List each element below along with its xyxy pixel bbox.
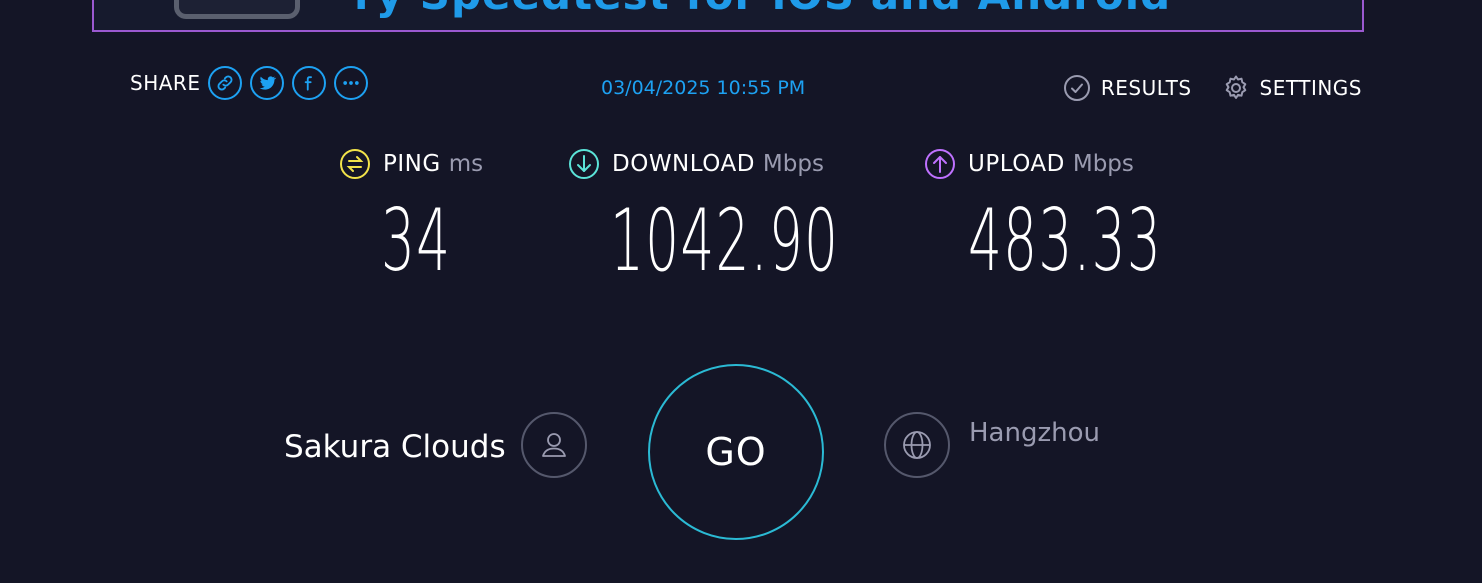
download-icon (569, 149, 599, 179)
download-label: DOWNLOAD (612, 151, 755, 177)
ping-icon (340, 149, 370, 179)
upload-icon (925, 149, 955, 179)
results-button[interactable]: RESULTS (1063, 74, 1192, 102)
share-twitter-button[interactable] (250, 66, 285, 100)
link-icon (217, 75, 233, 91)
upload-unit: Mbps (1072, 151, 1134, 177)
share-facebook-button[interactable] (292, 66, 327, 100)
ping-value: 34 (381, 191, 452, 291)
go-button[interactable]: GO (648, 364, 824, 540)
share-label: SHARE (130, 71, 201, 95)
device-graphic (174, 0, 300, 19)
go-label: GO (705, 430, 767, 474)
upload-label: UPLOAD (968, 151, 1065, 177)
upload-value: 483.33 (968, 191, 1163, 291)
globe-icon (903, 431, 931, 459)
top-nav: RESULTS SETTINGS (1063, 74, 1362, 102)
gear-icon (1225, 75, 1246, 99)
provider-name[interactable]: Sakura Clouds (284, 429, 506, 465)
test-datetime: 03/04/2025 10:55 PM (601, 77, 806, 99)
user-icon (542, 433, 566, 457)
download-unit: Mbps (762, 151, 824, 177)
ping-metric: PING ms 34 (339, 148, 494, 284)
share-more-button[interactable] (334, 66, 369, 100)
download-metric: DOWNLOAD Mbps 1042.90 (568, 148, 980, 284)
upload-metric: UPLOAD Mbps 483.33 (924, 148, 1281, 284)
banner-text: ry Speedtest for iOS and Android (354, 0, 1171, 19)
server-location[interactable]: Hangzhou (969, 418, 1100, 448)
download-value: 1042.90 (610, 191, 840, 291)
share-link-button[interactable] (208, 66, 243, 100)
settings-label: SETTINGS (1259, 76, 1362, 100)
ping-label: PING (383, 151, 441, 177)
more-icon (343, 81, 360, 85)
provider-button[interactable] (521, 412, 587, 478)
twitter-icon (260, 76, 277, 90)
results-label: RESULTS (1100, 76, 1192, 100)
facebook-icon (305, 76, 313, 91)
promo-banner[interactable]: ry Speedtest for iOS and Android (92, 0, 1364, 32)
ping-unit: ms (448, 151, 484, 177)
share-bar: SHARE (130, 66, 369, 100)
check-circle-icon (1063, 75, 1090, 101)
settings-button[interactable]: SETTINGS (1222, 74, 1362, 102)
server-button[interactable] (884, 412, 950, 478)
